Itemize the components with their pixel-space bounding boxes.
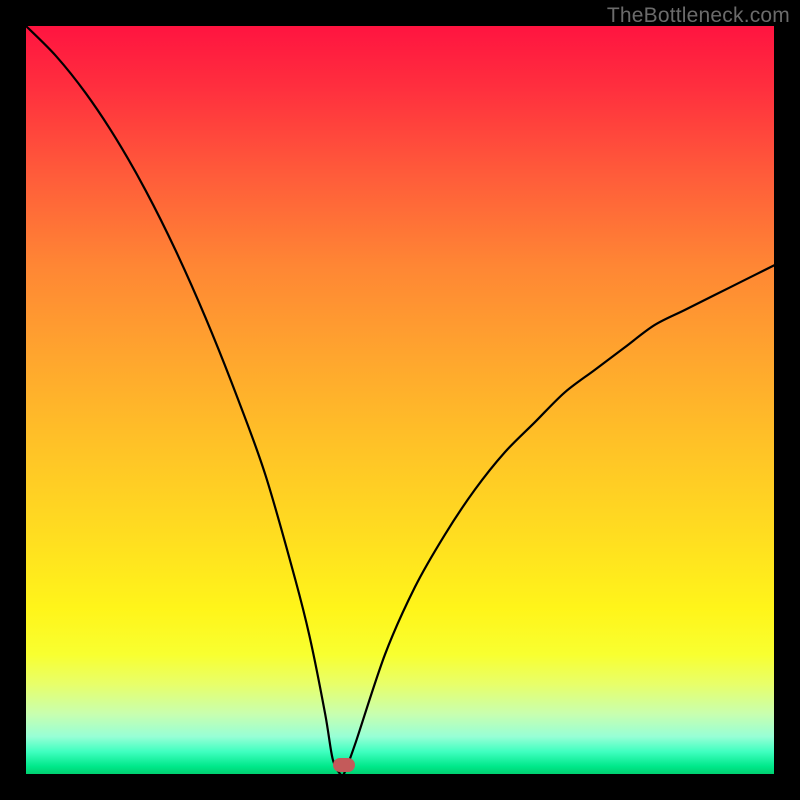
chart-area — [26, 26, 774, 774]
watermark-text: TheBottleneck.com — [607, 4, 790, 28]
optimum-marker — [333, 758, 355, 772]
bottleneck-curve — [26, 26, 774, 774]
